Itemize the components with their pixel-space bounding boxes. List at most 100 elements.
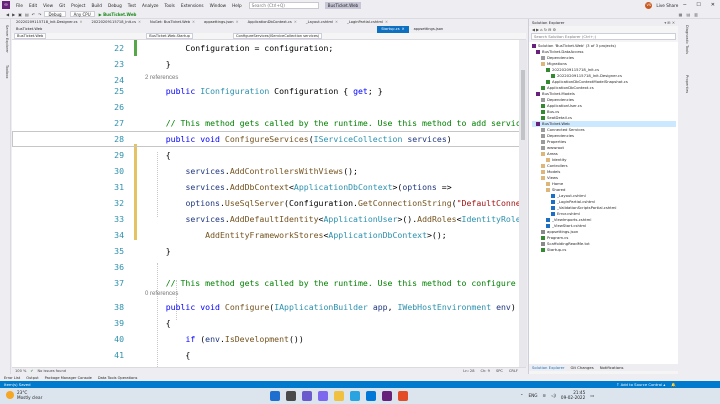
- tree-item[interactable]: ApplicationUser.cs: [541, 103, 582, 109]
- tree-item[interactable]: 20220209115718_Init.cs: [546, 67, 599, 73]
- menu-edit[interactable]: Edit: [26, 3, 40, 8]
- tab-output[interactable]: Output: [26, 376, 38, 380]
- close-icon[interactable]: ✕: [706, 2, 720, 8]
- tab-data-tools-operations[interactable]: Data Tools Operations: [98, 376, 137, 380]
- codelens-references[interactable]: 2 references: [145, 74, 178, 83]
- tree-item[interactable]: Dependencies: [541, 55, 574, 61]
- menu-git[interactable]: Git: [56, 3, 68, 8]
- tab-startup[interactable]: Startup.cs ✕: [377, 26, 409, 33]
- configuration-dropdown[interactable]: Debug: [44, 11, 66, 17]
- tab-package-manager-console[interactable]: Package Manager Console: [45, 376, 92, 380]
- tree-item[interactable]: Views: [541, 175, 558, 181]
- tab-init-designer[interactable]: 20220209115718_Init.Designer.cs ✕: [12, 19, 86, 26]
- tree-item[interactable]: Dependencies: [541, 97, 574, 103]
- platform-dropdown[interactable]: Any CPU: [69, 11, 95, 17]
- menu-file[interactable]: File: [13, 3, 26, 8]
- scrollbar-thumb[interactable]: [521, 70, 525, 140]
- pin-icon[interactable]: ▾ ⊞ ✕: [664, 19, 675, 26]
- menu-tools[interactable]: Tools: [162, 3, 178, 8]
- clock[interactable]: 21:45 09-02-2022: [561, 390, 585, 400]
- store-icon[interactable]: [366, 391, 376, 401]
- app-icon[interactable]: [398, 391, 408, 401]
- undo-icon[interactable]: ↶: [32, 12, 35, 17]
- solution-root[interactable]: Solution 'BusTicket.Web' (3 of 3 project…: [532, 43, 616, 49]
- tree-item[interactable]: Controllers: [541, 163, 568, 169]
- toolbar-tool-icon[interactable]: ▤: [686, 12, 690, 17]
- menu-analyze[interactable]: Analyze: [139, 3, 162, 8]
- tree-item[interactable]: BusTicket.DataAccess: [536, 49, 584, 55]
- toolbox-tab[interactable]: Toolbox: [2, 65, 9, 78]
- tree-item[interactable]: 20220209115718_Init.Designer.cs: [551, 73, 622, 79]
- tab-layout[interactable]: _Layout.cshtml ✕: [302, 19, 342, 26]
- tree-item-selected[interactable]: BusTicket.Web: [532, 121, 676, 127]
- editor-vertical-scrollbar[interactable]: [519, 40, 527, 367]
- wifi-icon[interactable]: ≋: [543, 393, 547, 398]
- nav-member-dropdown[interactable]: ConfigureServices(IServiceCollection ser…: [232, 33, 323, 39]
- tree-item[interactable]: Error.cshtml: [551, 211, 580, 217]
- avatar[interactable]: VS: [645, 1, 653, 9]
- codelens-references[interactable]: 0 references: [145, 290, 178, 299]
- volume-icon[interactable]: ◁): [551, 393, 556, 398]
- tab-init[interactable]: 20220209115718_Init.cs ✕: [87, 19, 145, 26]
- menu-debug[interactable]: Debug: [105, 3, 125, 8]
- menu-help[interactable]: Help: [229, 3, 245, 8]
- live-share-button[interactable]: Live Share: [656, 3, 678, 8]
- menu-build[interactable]: Build: [88, 3, 105, 8]
- search-icon[interactable]: [286, 391, 296, 401]
- tree-item[interactable]: Startup.cs: [541, 247, 566, 253]
- tree-item[interactable]: SeatDetail.cs: [541, 115, 572, 121]
- tab-appsettings[interactable]: appsettings.json ✕: [200, 19, 243, 26]
- code-editor[interactable]: 22 Configuration = configuration; 23 } 2…: [12, 40, 526, 367]
- nav-class-dropdown[interactable]: BusTicket.Web.Startup: [146, 33, 193, 39]
- tab-error-list[interactable]: Error List: [4, 376, 20, 380]
- forward-icon[interactable]: ▶: [12, 12, 15, 17]
- tree-item[interactable]: _ViewImports.cshtml: [546, 217, 591, 223]
- tree-item[interactable]: Models: [541, 169, 560, 175]
- file-explorer-icon[interactable]: [334, 391, 344, 401]
- tree-item[interactable]: Migrations: [541, 61, 567, 67]
- tab-solution-explorer[interactable]: Solution Explorer: [532, 364, 564, 371]
- new-item-icon[interactable]: ▣: [18, 12, 22, 17]
- minimize-icon[interactable]: ─: [678, 2, 691, 8]
- tab-git-changes[interactable]: Git Changes: [570, 364, 593, 371]
- properties-tab[interactable]: Properties: [682, 75, 689, 93]
- tree-item[interactable]: Connected Services: [541, 127, 585, 133]
- zoom-level[interactable]: 100 %: [15, 369, 26, 373]
- toolbar-tool-icon[interactable]: ▥: [694, 12, 698, 17]
- tree-item[interactable]: Identity: [546, 157, 567, 163]
- tree-item[interactable]: ApplicationDbContextModelSnapshot.cs: [546, 79, 628, 85]
- solution-explorer-toolbar[interactable]: ◀ ▶ ⌂ ↻ ⊟ ⚙: [529, 26, 678, 33]
- task-view-icon[interactable]: [302, 391, 312, 401]
- tab-applicationdbcontext[interactable]: ApplicationDbContext.cs ✕: [244, 19, 301, 26]
- back-icon[interactable]: ◀: [6, 12, 9, 17]
- tree-item[interactable]: _ViewStart.cshtml: [546, 223, 586, 229]
- tray-expand-icon[interactable]: ⌃: [520, 393, 524, 398]
- teams-icon[interactable]: [318, 391, 328, 401]
- tab-loginpartial[interactable]: _LoginPartial.cshtml ✕: [343, 19, 392, 26]
- tree-item[interactable]: Dependencies: [541, 133, 574, 139]
- tree-item[interactable]: Home: [546, 181, 563, 187]
- tree-item[interactable]: wwwroot: [541, 145, 564, 151]
- tree-item[interactable]: Bus.cs: [541, 109, 559, 115]
- edge-icon[interactable]: [350, 391, 360, 401]
- tab-nuget[interactable]: NuGet: BusTicket.Web ✕: [146, 19, 199, 26]
- tree-item[interactable]: _LoginPartial.cshtml: [551, 199, 595, 205]
- nav-project-dropdown[interactable]: BusTicket.Web: [14, 33, 47, 39]
- tab-busticket-web[interactable]: BusTicket.Web: [12, 26, 46, 33]
- tree-item[interactable]: _ValidationScriptsPartial.cshtml: [551, 205, 617, 211]
- tree-item[interactable]: Program.cs: [541, 235, 568, 241]
- tree-item[interactable]: appsettings.json: [541, 229, 578, 235]
- tree-item[interactable]: ApplicationDbContext.cs: [541, 85, 594, 91]
- toolbar-tool-icon[interactable]: ▦: [679, 12, 683, 17]
- issues-status[interactable]: No issues found: [37, 369, 66, 373]
- menu-view[interactable]: View: [40, 3, 56, 8]
- visual-studio-taskbar-icon[interactable]: [382, 391, 392, 401]
- tree-item[interactable]: BusTicket.Models: [536, 91, 575, 97]
- tree-item[interactable]: Shared: [546, 187, 565, 193]
- add-to-source-control-button[interactable]: ↑ Add to Source Control ▴: [616, 382, 665, 387]
- tree-item[interactable]: _Layout.cshtml: [551, 193, 586, 199]
- solution-search-input[interactable]: Search Solution Explorer (Ctrl+;): [531, 33, 676, 40]
- menu-extensions[interactable]: Extensions: [178, 3, 207, 8]
- language-indicator[interactable]: ENG: [529, 393, 538, 398]
- save-icon[interactable]: ▤: [25, 12, 29, 17]
